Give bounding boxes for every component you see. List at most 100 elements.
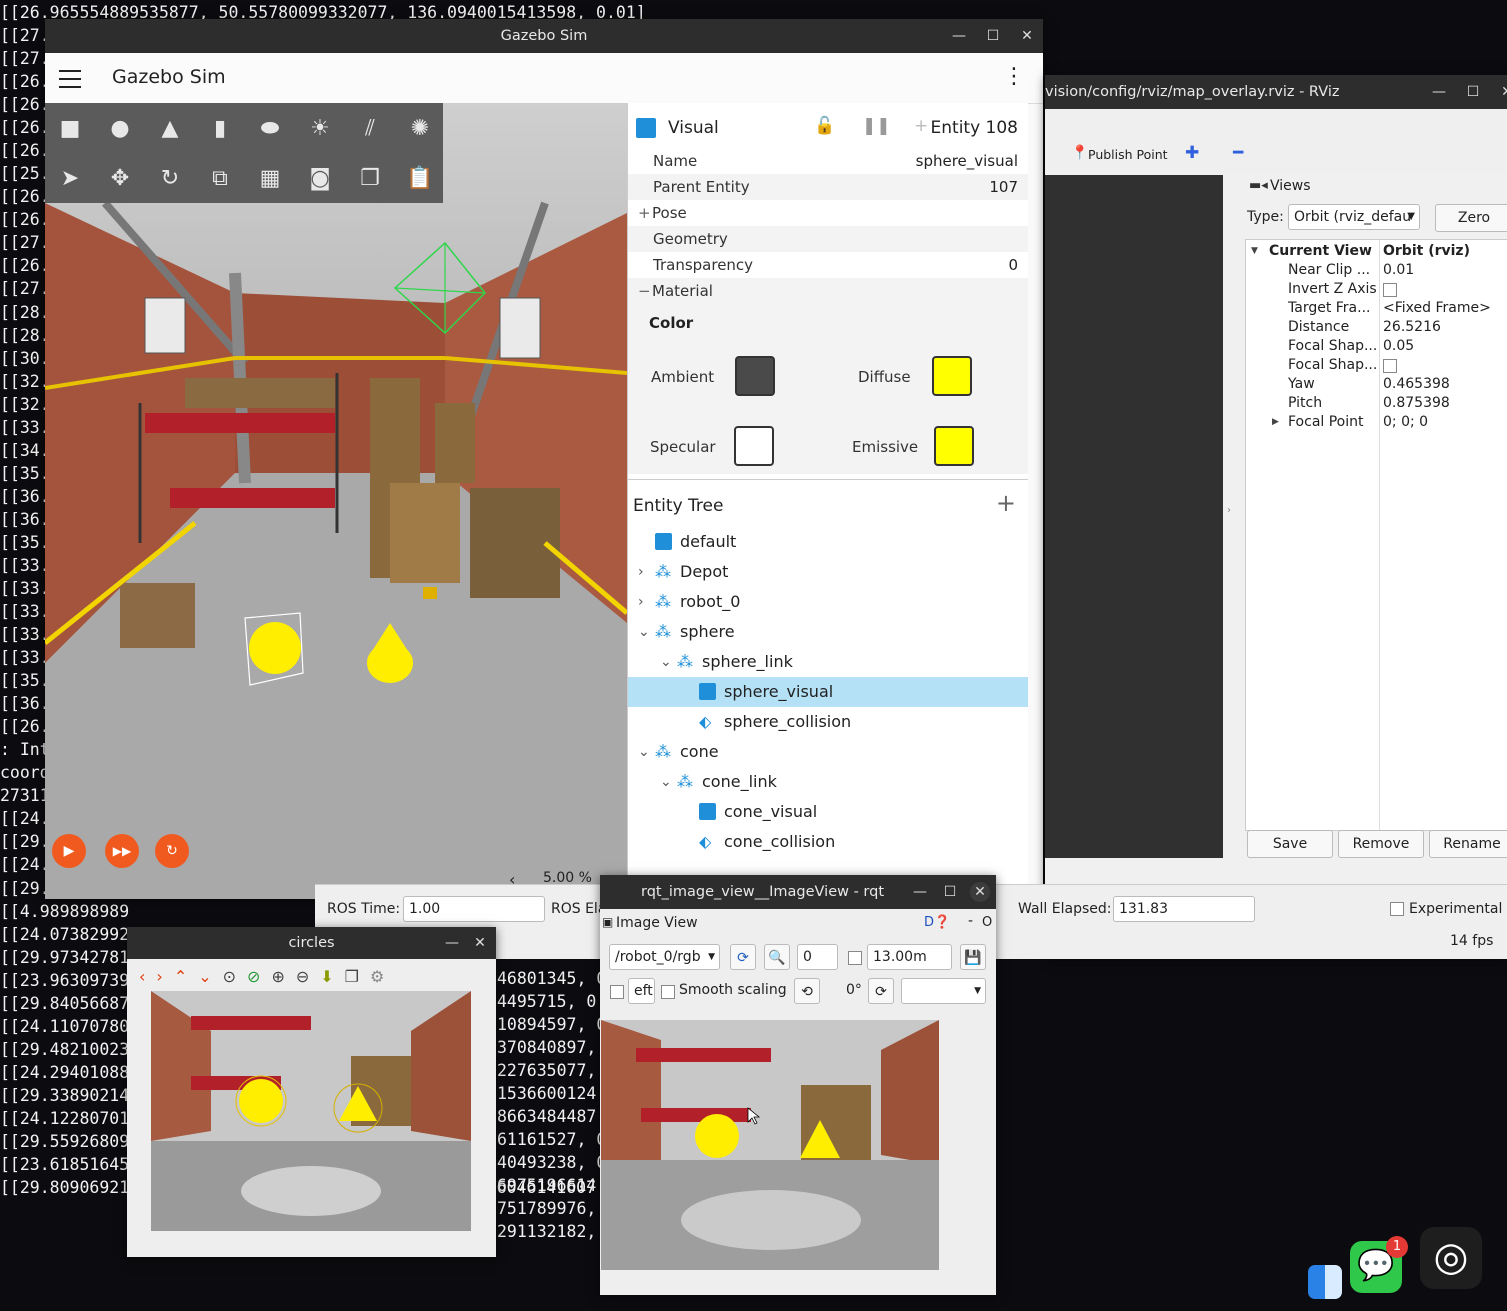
save-button[interactable]: Save (1247, 830, 1333, 858)
panel-minimize-icon[interactable]: - (968, 913, 973, 929)
specular-color-swatch[interactable] (734, 426, 774, 466)
up-arrow-icon[interactable]: ⌃ (174, 967, 187, 986)
view-property-row[interactable]: ▼ Current View Orbit (rviz) (1246, 242, 1507, 261)
view-property-row[interactable]: Pitch 0.875398 (1246, 394, 1507, 413)
panel-divider[interactable] (628, 479, 1028, 480)
expand-arrow-icon[interactable]: › (638, 587, 644, 617)
close-icon[interactable]: ✕ (1017, 26, 1037, 46)
sphere-shape-icon[interactable]: ● (95, 103, 145, 153)
minimize-icon[interactable]: — (910, 882, 930, 902)
ambient-color-swatch[interactable] (735, 356, 775, 396)
collapse-minus-icon[interactable]: − (638, 278, 651, 304)
cylinder-shape-icon[interactable]: ▮ (195, 103, 245, 153)
maximize-icon[interactable]: ☐ (983, 26, 1003, 46)
rename-button[interactable]: Rename (1429, 830, 1507, 858)
view-property-row[interactable]: Yaw 0.465398 (1246, 375, 1507, 394)
capsule-shape-icon[interactable]: ⬬ (245, 103, 295, 153)
color-scheme-select[interactable]: ▼ (901, 978, 986, 1004)
play-button[interactable]: ▶ (52, 834, 86, 868)
copy-icon[interactable]: ❐ (345, 153, 395, 203)
mouse-left-checkbox[interactable] (610, 985, 624, 999)
expand-arrow-icon[interactable]: › (638, 557, 644, 587)
select-arrow-icon[interactable]: ➤ (45, 153, 95, 203)
expand-plus-icon[interactable]: + (638, 200, 651, 226)
target-app-icon[interactable]: ◎ (1420, 1227, 1482, 1289)
lock-icon[interactable]: 🔓 (814, 116, 835, 136)
rviz-titlebar[interactable]: vision/config/rviz/map_overlay.rviz - RV… (1045, 75, 1507, 109)
view-property-checkbox[interactable] (1383, 283, 1397, 297)
view-property-value[interactable]: 26.5216 (1383, 318, 1441, 337)
rotate-left-button[interactable]: ⟲ (794, 978, 820, 1004)
collapse-arrow-icon[interactable]: ▼ (1251, 242, 1258, 261)
help-icon[interactable]: D❓ (924, 915, 950, 930)
publish-point-tool[interactable]: Publish Point (1088, 147, 1168, 162)
view-property-value[interactable]: 0.465398 (1383, 375, 1450, 394)
minimize-icon[interactable]: — (1429, 82, 1449, 102)
view-property-value[interactable]: 0.01 (1383, 261, 1414, 280)
zoom-check-icon[interactable]: ⊘ (247, 967, 260, 986)
save-image-icon[interactable]: ⬇ (320, 967, 333, 986)
zoom-in-icon[interactable]: ⊕ (271, 967, 284, 986)
tree-item-sphere-visual[interactable]: sphere_visual (628, 677, 1028, 707)
rqt-titlebar[interactable]: rqt_image_view__ImageView - rqt — ☐ ✕ (600, 875, 996, 909)
cone-shape-icon[interactable]: ▲ (145, 103, 195, 153)
view-property-row[interactable]: Target Fra... <Fixed Frame> (1246, 299, 1507, 318)
view-property-row[interactable]: Distance 26.5216 (1246, 318, 1507, 337)
tree-item-sphere-collision[interactable]: ⬖ sphere_collision (628, 707, 1028, 737)
maximize-icon[interactable]: ☐ (1463, 82, 1483, 102)
hamburger-menu-icon[interactable] (59, 65, 81, 89)
emissive-color-swatch[interactable] (934, 426, 974, 466)
settings-gear-icon[interactable]: ⚙ (370, 967, 384, 986)
column-divider[interactable] (1379, 240, 1380, 830)
minimize-icon[interactable]: — (442, 933, 462, 953)
save-as-image-button[interactable]: 💾 (960, 944, 986, 970)
smooth-scaling-checkbox[interactable] (661, 985, 675, 999)
tree-item-default[interactable]: default (628, 527, 1028, 557)
down-arrow-icon[interactable]: ⌄ (198, 967, 211, 986)
view-type-select[interactable]: Orbit (rviz_defau ▼ (1288, 204, 1420, 230)
rotate-right-button[interactable]: ⟳ (868, 978, 894, 1004)
zero-button[interactable]: Zero (1435, 204, 1507, 232)
tree-item-cone-link[interactable]: ⌄ ⁂ cone_link (628, 767, 1028, 797)
zoom-out-icon[interactable]: ⊖ (296, 967, 309, 986)
splitter-handle[interactable]: › (1227, 505, 1231, 516)
transparency-value[interactable]: 0 (1008, 252, 1018, 278)
pause-icon[interactable]: ❚❚ (862, 116, 891, 136)
refresh-topics-button[interactable]: ⟳ (730, 944, 756, 970)
reset-button[interactable]: ↻ (155, 834, 189, 868)
maximize-icon[interactable]: ☐ (940, 882, 960, 902)
distance-input[interactable]: 13.00m (867, 944, 952, 970)
add-tool-icon[interactable]: ✚ (1185, 143, 1199, 163)
minimize-icon[interactable]: — (949, 26, 969, 46)
view-property-value[interactable]: Orbit (rviz) (1383, 242, 1470, 261)
tree-item-sphere-link[interactable]: ⌄ ⁂ sphere_link (628, 647, 1028, 677)
view-property-row[interactable]: Focal Shap... 0.05 (1246, 337, 1507, 356)
collapse-arrow-icon[interactable]: ⌄ (638, 737, 650, 767)
diffuse-color-swatch[interactable] (932, 356, 972, 396)
paste-icon[interactable]: 📋 (395, 153, 445, 203)
view-property-checkbox[interactable] (1383, 359, 1397, 373)
collapse-arrow-icon[interactable]: ⌄ (638, 617, 650, 647)
collapse-arrow-icon[interactable]: ⌄ (660, 647, 672, 677)
tree-item-robot-0[interactable]: › ⁂ robot_0 (628, 587, 1028, 617)
gazebo-titlebar[interactable]: Gazebo Sim — ☐ ✕ (45, 19, 1043, 53)
tree-item-cone-collision[interactable]: ⬖ cone_collision (628, 827, 1028, 857)
view-property-value[interactable]: 0.05 (1383, 337, 1414, 356)
distance-checkbox[interactable] (848, 951, 862, 965)
view-property-value[interactable]: 0; 0; 0 (1383, 413, 1428, 432)
view-property-row[interactable]: Near Clip ... 0.01 (1246, 261, 1507, 280)
spot-light-icon[interactable]: ✺ (395, 103, 445, 153)
ros-time-field[interactable]: 1.00 (403, 896, 545, 922)
rotate-icon[interactable]: ↻ (145, 153, 195, 203)
transform-control-icon[interactable]: ⧉ (195, 153, 245, 203)
scene-3d-viewport[interactable]: ■ ● ▲ ▮ ⬬ ☀ ⫽ ✺ ➤ ✥ ↻ ⧉ ▦ ◙ ❐ 📋 ▶ ▶▶ ↻ ‹… (45, 103, 627, 899)
view-property-row[interactable]: Focal Shap... (1246, 356, 1507, 375)
back-arrow-icon[interactable]: ‹ (139, 967, 145, 986)
directional-light-icon[interactable]: ⫽ (345, 103, 395, 153)
point-light-icon[interactable]: ☀ (295, 103, 345, 153)
rviz-3d-view[interactable] (1045, 175, 1223, 858)
remove-tool-icon[interactable]: ━ (1233, 143, 1243, 163)
view-property-row[interactable]: ▶ Focal Point 0; 0; 0 (1246, 413, 1507, 432)
view-property-value[interactable]: 0.875398 (1383, 394, 1450, 413)
panel-close-icon[interactable]: O (982, 915, 992, 930)
